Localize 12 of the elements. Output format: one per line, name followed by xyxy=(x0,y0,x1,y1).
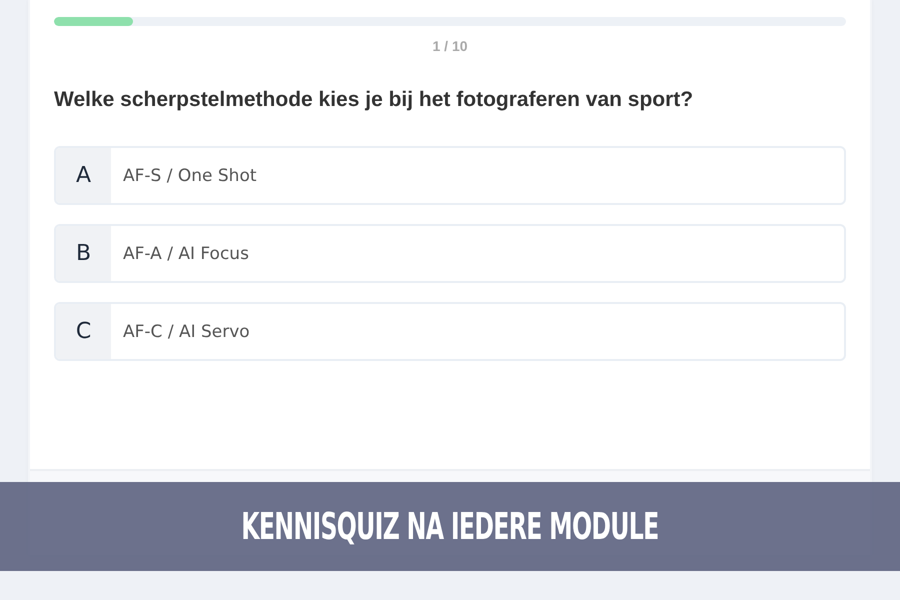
option-text: AF-S / One Shot xyxy=(122,164,257,188)
answer-option[interactable]: A AF-S / One Shot xyxy=(54,146,846,205)
option-letter: C xyxy=(56,304,111,359)
option-text: AF-C / AI Servo xyxy=(122,320,250,344)
question-text: Welke scherpstelmethode kies je bij het fotograferen van sport? xyxy=(54,87,694,113)
question-counter: 1 / 10 xyxy=(431,37,469,55)
option-text: AF-A / AI Focus xyxy=(122,242,249,266)
caption-text: KENNISQUIZ NA IEDERE MODULE xyxy=(241,506,659,548)
option-letter: B xyxy=(56,226,111,281)
answer-option[interactable]: B AF-A / AI Focus xyxy=(54,224,846,283)
option-letter: A xyxy=(56,148,111,203)
answer-option[interactable]: C AF-C / AI Servo xyxy=(54,302,846,361)
